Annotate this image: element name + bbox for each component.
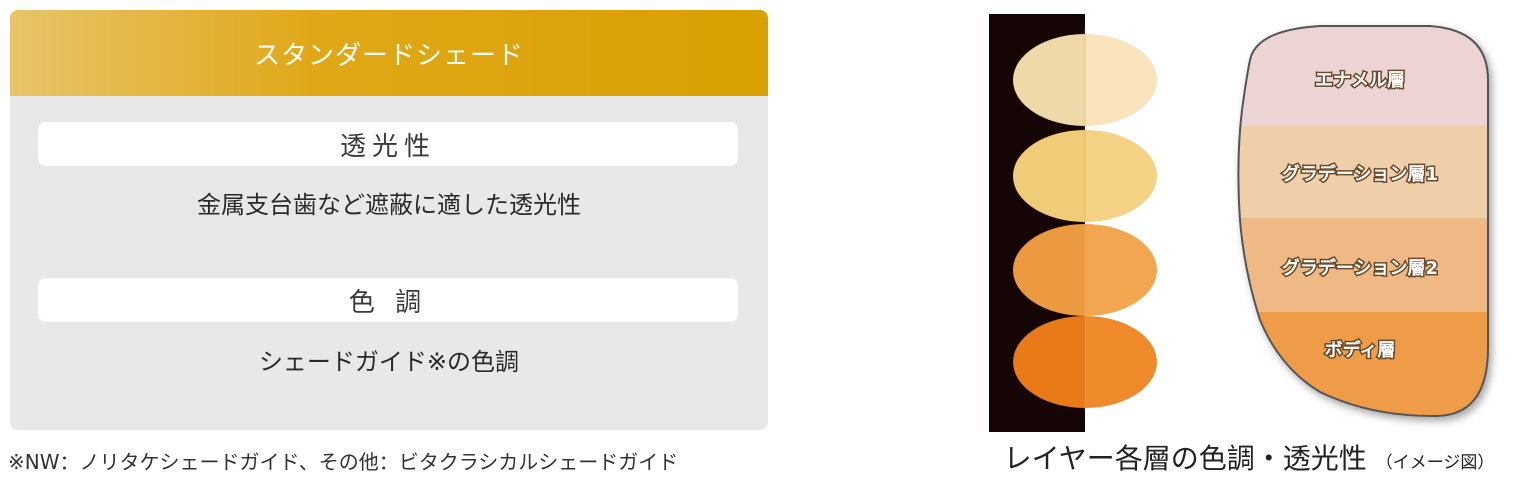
layer-diagram-svg: エナメル層 グラデーション層1 グラデーション層2 ボディ層	[989, 14, 1489, 432]
diagram-caption-note: （イメージ図）	[1375, 453, 1495, 473]
diagram-caption-text: レイヤー各層の色調・透光性	[1003, 442, 1367, 475]
gradation-layer-2-label: グラデーション層2	[1282, 257, 1438, 279]
translucency-description: 金属支台歯など遮蔽に適した透光性	[197, 191, 581, 219]
color-tone-label-pill: 色 調	[38, 278, 738, 322]
body-layer-label: ボディ層	[1325, 339, 1396, 361]
translucency-label: 透光性	[339, 131, 436, 162]
swatch-right-half-4	[1085, 316, 1157, 408]
footnote: ※NW：ノリタケシェードガイド、その他：ビタクラシカルシェードガイド	[8, 450, 679, 474]
enamel-layer-label: エナメル層	[1315, 70, 1405, 91]
color-tone-label: 色 調	[348, 287, 428, 318]
gradation-layer-1-label: グラデーション層1	[1282, 163, 1438, 185]
card-header: スタンダードシェード	[10, 10, 768, 96]
standard-shade-card: スタンダードシェード 透光性 金属支台歯など遮蔽に適した透光性 色 調 シェード…	[10, 10, 768, 430]
body-layer-band	[1238, 312, 1488, 417]
color-tone-description: シェードガイド※の色調	[258, 348, 520, 376]
swatch-right-half-2	[1085, 130, 1157, 222]
diagram-caption: レイヤー各層の色調・透光性 （イメージ図）	[960, 437, 1538, 477]
swatch-right-half-3	[1085, 224, 1157, 316]
translucency-label-pill: 透光性	[38, 122, 738, 166]
swatch-right-halves	[1085, 34, 1157, 408]
layer-diagram: エナメル層 グラデーション層1 グラデーション層2 ボディ層 レイヤー各層の色調…	[960, 0, 1538, 476]
swatch-right-half-1	[1085, 34, 1157, 126]
